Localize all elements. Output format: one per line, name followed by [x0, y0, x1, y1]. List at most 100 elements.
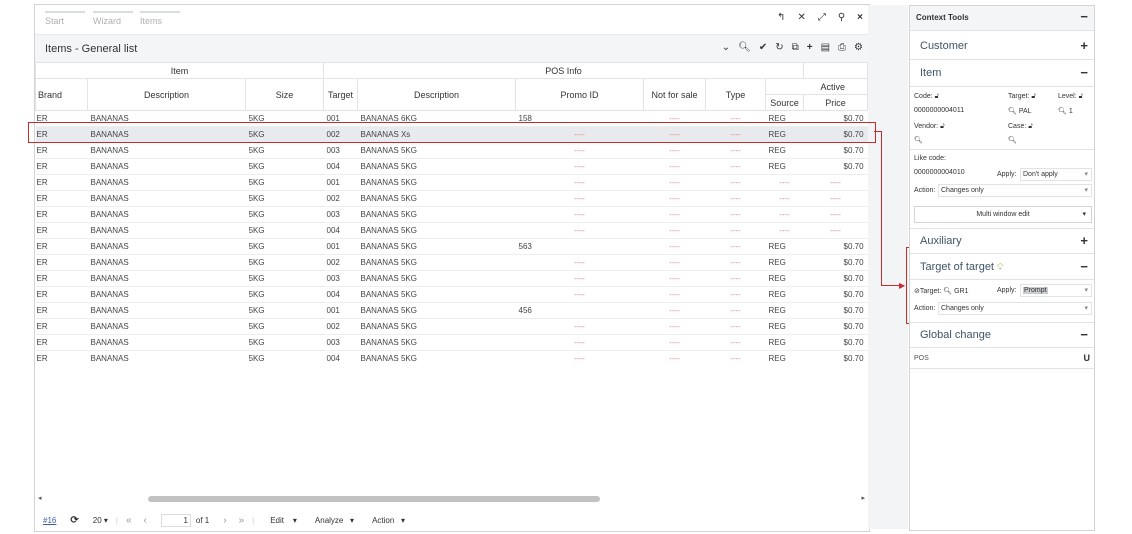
page-size-select[interactable]: 20 ▾ — [93, 516, 108, 525]
cell-description[interactable]: BANANAS — [87, 286, 246, 303]
cell-type[interactable]: ---- — [705, 238, 766, 255]
table-row[interactable]: ER BANANAS 5KG 003 BANANAS 5KG ---- ---- ---- RE… — [35, 334, 868, 351]
expand-icon[interactable]: ⤢ — [818, 13, 826, 23]
cell-price[interactable]: $0.70 — [803, 254, 868, 271]
first-page-icon[interactable]: « — [126, 515, 132, 526]
cell-price[interactable]: $0.70 — [803, 270, 868, 287]
print-icon[interactable]: ⎙ — [838, 43, 846, 53]
search-icon[interactable]: 🔍︎ — [738, 43, 751, 53]
table-row[interactable]: ER BANANAS 5KG 004 BANANAS 5KG ---- ---- ---- --… — [35, 222, 868, 239]
cell-promo-id[interactable]: ---- — [515, 206, 644, 223]
cell-source[interactable]: REG — [765, 254, 804, 271]
lock-icon[interactable]: 🔓︎ — [1031, 93, 1036, 100]
cell-not-for-sale[interactable]: ---- — [643, 206, 706, 223]
cell-source[interactable]: REG — [765, 238, 804, 255]
cell-brand[interactable]: ER — [35, 334, 88, 351]
cell-size[interactable]: 5KG — [245, 190, 324, 207]
cell-brand[interactable]: ER — [35, 350, 88, 362]
wizard-step-items[interactable]: Items — [140, 11, 180, 26]
cell-type[interactable]: ---- — [705, 318, 766, 335]
check-icon[interactable]: ✔ — [759, 43, 767, 53]
cell-description[interactable]: BANANAS — [87, 126, 246, 143]
cell-description[interactable]: BANANAS — [87, 302, 246, 319]
table-row[interactable]: ER BANANAS 5KG 002 BANANAS 5KG ---- ---- ---- --… — [35, 190, 868, 207]
cell-price[interactable]: ---- — [803, 222, 868, 239]
cell-source[interactable]: REG — [765, 158, 804, 175]
cell-price[interactable]: $0.70 — [803, 126, 868, 143]
cell-pos-description[interactable]: BANANAS 5KG — [357, 318, 516, 335]
table-row[interactable]: ER BANANAS 5KG 002 BANANAS 5KG ---- ---- ---- RE… — [35, 254, 868, 271]
record-count[interactable]: #16 — [43, 516, 56, 525]
cell-description[interactable]: BANANAS — [87, 334, 246, 351]
cell-source[interactable]: REG — [765, 302, 804, 319]
collapse-icon[interactable]: − — [1080, 10, 1088, 23]
level-value[interactable]: 🔍︎ 1 — [1058, 107, 1073, 115]
cell-promo-id[interactable]: ---- — [515, 286, 644, 303]
cell-target[interactable]: 003 — [323, 206, 358, 223]
cell-size[interactable]: 5KG — [245, 302, 324, 319]
cell-not-for-sale[interactable]: ---- — [643, 126, 706, 143]
cell-promo-id[interactable]: ---- — [515, 350, 644, 362]
cell-type[interactable]: ---- — [705, 206, 766, 223]
col-not-for-sale[interactable]: Not for sale — [643, 78, 706, 111]
chevron-double-down-icon[interactable]: ⌄ — [722, 43, 730, 53]
cell-description[interactable]: BANANAS — [87, 110, 246, 127]
cell-not-for-sale[interactable]: ---- — [643, 286, 706, 303]
target-value[interactable]: 🔍︎ PAL — [1008, 107, 1032, 115]
cell-pos-description[interactable]: BANANAS 5KG — [357, 238, 516, 255]
cell-price[interactable]: ---- — [803, 190, 868, 207]
cell-price[interactable]: $0.70 — [803, 350, 868, 362]
cell-promo-id[interactable]: ---- — [515, 222, 644, 239]
cell-size[interactable]: 5KG — [245, 222, 324, 239]
lock-icon[interactable]: 🔓︎ — [1079, 93, 1084, 100]
col-target[interactable]: Target — [323, 78, 358, 111]
section-target-of-target[interactable]: Target of target 💡︎ − — [910, 255, 1094, 280]
cell-price[interactable]: $0.70 — [803, 334, 868, 351]
close-icon[interactable]: × — [857, 13, 863, 23]
cell-size[interactable]: 5KG — [245, 142, 324, 159]
search-icon[interactable]: 🔍︎ — [943, 288, 952, 295]
search-icon[interactable]: 🔍︎ — [914, 136, 923, 144]
table-row[interactable]: ER BANANAS 5KG 003 BANANAS 5KG ---- ---- ---- --… — [35, 206, 868, 223]
cell-source[interactable]: REG — [765, 334, 804, 351]
cell-promo-id[interactable]: 456 — [515, 302, 644, 319]
cell-not-for-sale[interactable]: ---- — [643, 254, 706, 271]
cell-not-for-sale[interactable]: ---- — [643, 318, 706, 335]
cell-promo-id[interactable]: ---- — [515, 174, 644, 191]
cell-description[interactable]: BANANAS — [87, 222, 246, 239]
cell-source[interactable]: REG — [765, 350, 804, 362]
cell-target[interactable]: 001 — [323, 238, 358, 255]
refresh-icon[interactable]: ↻ — [775, 43, 783, 53]
cell-description[interactable]: BANANAS — [87, 318, 246, 335]
cell-target[interactable]: 002 — [323, 318, 358, 335]
cell-price[interactable]: $0.70 — [803, 142, 868, 159]
cell-target[interactable]: 003 — [323, 142, 358, 159]
cell-brand[interactable]: ER — [35, 302, 88, 319]
cell-description[interactable]: BANANAS — [87, 142, 246, 159]
next-page-icon[interactable]: › — [223, 515, 226, 526]
table-row[interactable]: ER BANANAS 5KG 003 BANANAS 5KG ---- ---- ---- RE… — [35, 142, 868, 159]
section-global-change[interactable]: Global change − — [910, 322, 1094, 348]
lock-icon[interactable]: 🔓︎ — [1028, 123, 1033, 130]
tot-action-select[interactable]: Changes only ▾ — [938, 302, 1092, 315]
cell-target[interactable]: 003 — [323, 334, 358, 351]
search-icon[interactable]: 🔍︎ — [1008, 108, 1017, 115]
cell-price[interactable]: $0.70 — [803, 286, 868, 303]
scroll-left-icon[interactable]: ◂ — [38, 494, 42, 502]
expand-icon[interactable]: + — [1080, 39, 1088, 52]
cell-target[interactable]: 001 — [323, 110, 358, 127]
col-size[interactable]: Size — [245, 78, 324, 111]
expand-icon[interactable]: + — [1080, 234, 1088, 247]
cell-type[interactable]: ---- — [705, 286, 766, 303]
analyze-menu[interactable]: Analyze ▾ — [315, 516, 354, 525]
cell-size[interactable]: 5KG — [245, 238, 324, 255]
cell-size[interactable]: 5KG — [245, 350, 324, 362]
code-value[interactable]: 0000000004011 — [914, 107, 964, 114]
cell-description[interactable]: BANANAS — [87, 238, 246, 255]
cell-source[interactable]: REG — [765, 110, 804, 127]
cell-pos-description[interactable]: BANANAS 5KG — [357, 302, 516, 319]
cell-description[interactable]: BANANAS — [87, 206, 246, 223]
export-icon[interactable]: ▤ — [821, 43, 830, 53]
undo-icon[interactable]: ↰ — [777, 13, 785, 23]
cell-pos-description[interactable]: BANANAS 5KG — [357, 254, 516, 271]
